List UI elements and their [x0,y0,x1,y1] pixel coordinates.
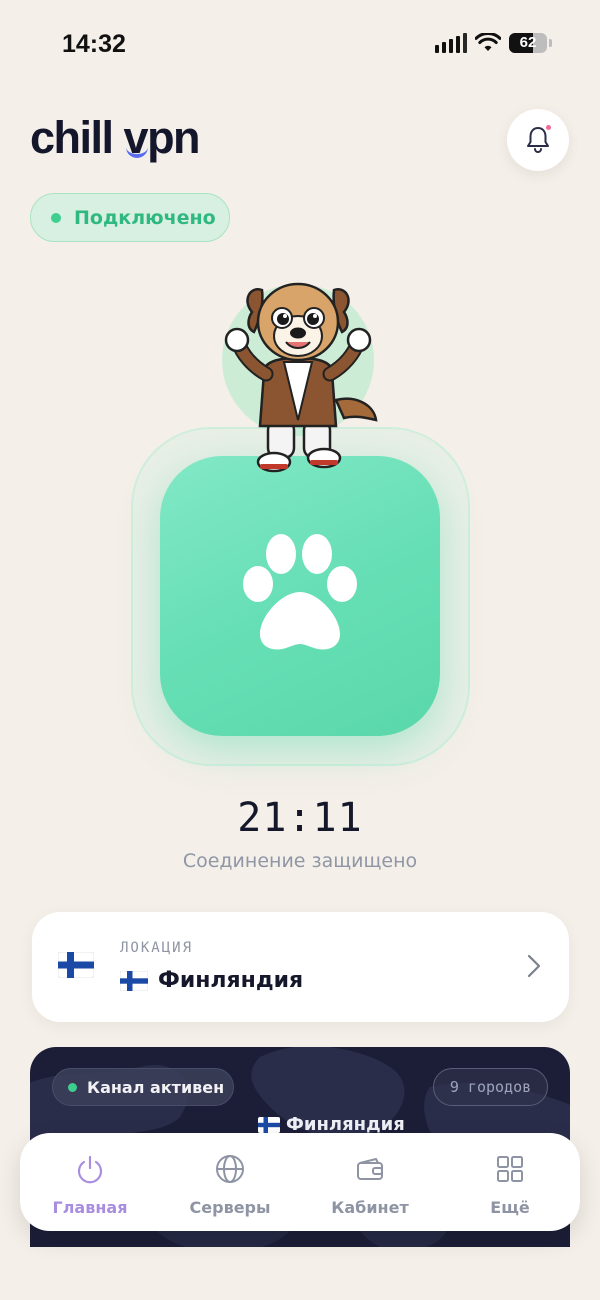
bottom-navigation: Главная Серверы Кабинет Ещё [20,1133,580,1231]
nav-item-cabinet[interactable]: Кабинет [300,1133,440,1231]
status-time: 14:32 [62,30,126,58]
cities-count-pill[interactable]: 9 городов [433,1068,548,1106]
status-bar: 14:32 62 [0,0,600,90]
channel-status-text: Канал активен [87,1077,225,1097]
globe-icon [216,1155,244,1183]
finland-flag-small-icon [120,970,148,991]
logo-text-pn: pn [147,112,200,163]
chevron-right-icon [527,954,541,978]
location-value: Финляндия [120,968,303,993]
connection-timer: 21:11 [237,795,363,841]
battery-icon: 62 [509,33,547,53]
grid-icon [497,1156,523,1182]
secure-connection-text: Соединение защищено [182,850,418,872]
location-label: ЛОКАЦИЯ [120,940,194,956]
nav-label-cabinet: Кабинет [331,1198,409,1217]
map-country-label: Финляндия [258,1114,405,1135]
status-dot [51,212,61,223]
dog-mascot [222,282,378,473]
notifications-button[interactable] [507,109,569,171]
connection-status-badge: Подключено [30,193,230,242]
wallet-icon [357,1158,383,1180]
connection-status-text: Подключено [74,206,216,229]
logo-text-chill: chill [30,112,124,163]
channel-status-dot [68,1082,77,1092]
finland-flag-map-icon [258,1116,280,1133]
signal-icon [435,33,467,53]
finland-flag-icon [58,952,94,978]
location-card[interactable]: ЛОКАЦИЯ Финляндия [32,912,569,1022]
nav-label-servers: Серверы [189,1198,271,1217]
notification-badge [545,124,552,131]
status-icons: 62 [435,33,552,53]
battery-tip [549,39,552,47]
paw-icon [243,534,357,650]
nav-item-servers[interactable]: Серверы [160,1133,300,1231]
logo-letter-v: v [124,112,149,164]
app-logo: chill v pn [30,112,201,164]
battery-level: 62 [519,34,537,51]
map-country-name: Финляндия [286,1114,405,1135]
channel-status-pill: Канал активен [52,1068,234,1106]
nav-label-home: Главная [52,1198,128,1217]
nav-label-more: Ещё [490,1198,530,1217]
nav-item-home[interactable]: Главная [20,1133,160,1231]
location-country: Финляндия [158,968,304,993]
wifi-icon [475,33,501,51]
power-icon [77,1155,103,1184]
nav-item-more[interactable]: Ещё [440,1133,580,1231]
connect-button[interactable] [160,456,440,736]
